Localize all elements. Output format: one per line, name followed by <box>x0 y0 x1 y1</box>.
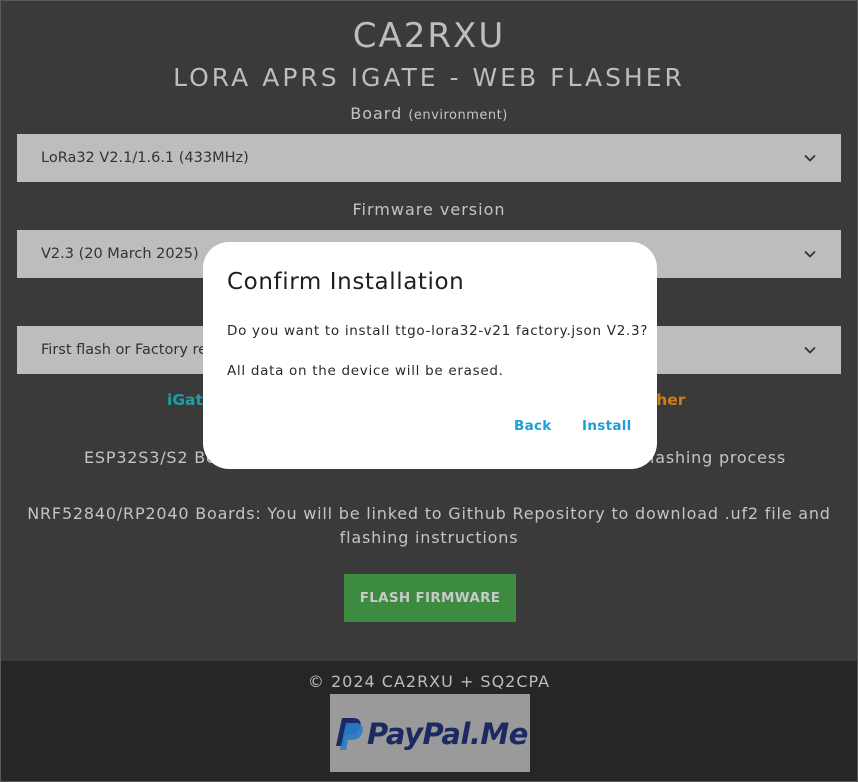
dialog-warning: All data on the device will be erased. <box>227 363 504 379</box>
modal-overlay: Confirm Installation Do you want to inst… <box>1 1 857 781</box>
back-button[interactable]: Back <box>514 418 552 434</box>
dialog-message: Do you want to install ttgo-lora32-v21 f… <box>227 323 649 339</box>
dialog-title: Confirm Installation <box>227 269 465 295</box>
install-button[interactable]: Install <box>582 418 632 434</box>
page-frame: CA2RXU LORA APRS IGATE - WEB FLASHER Boa… <box>0 0 858 782</box>
confirm-dialog: Confirm Installation Do you want to inst… <box>203 242 657 469</box>
